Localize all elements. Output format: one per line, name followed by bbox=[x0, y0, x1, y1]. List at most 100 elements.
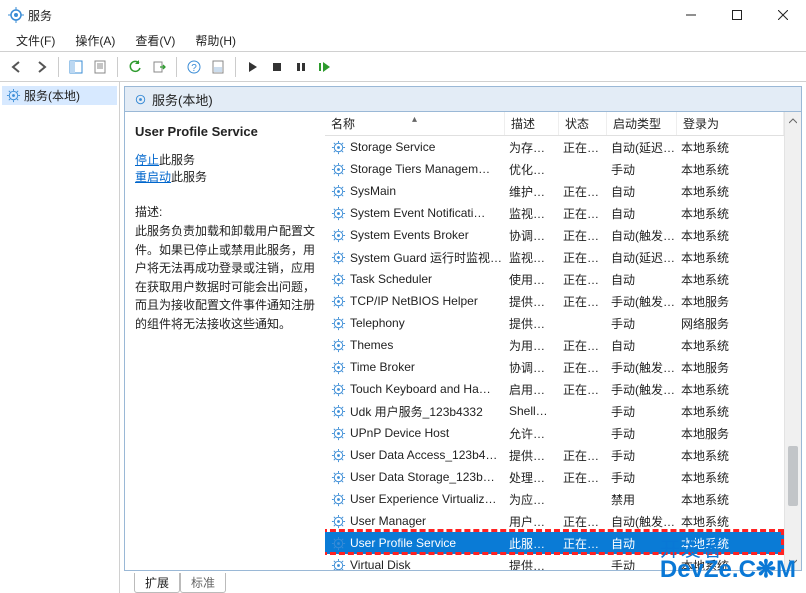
pane-header-title: 服务(本地) bbox=[152, 90, 213, 109]
menu-file[interactable]: 文件(F) bbox=[6, 30, 65, 51]
maximize-button[interactable] bbox=[714, 0, 760, 30]
table-row[interactable]: Storage Tiers Managem…优化…手动本地系统 bbox=[325, 158, 784, 180]
stop-link-line: 停止此服务 bbox=[135, 151, 315, 168]
cell-status: 正在… bbox=[559, 381, 607, 398]
cell-status: 正在… bbox=[559, 205, 607, 222]
service-name-text: System Events Broker bbox=[350, 228, 469, 242]
menu-action[interactable]: 操作(A) bbox=[65, 30, 125, 51]
restart-suffix: 此服务 bbox=[171, 170, 207, 184]
table-row[interactable]: Udk 用户服务_123b4332Shell…手动本地系统 bbox=[325, 400, 784, 422]
cell-name: User Data Storage_123b… bbox=[325, 470, 505, 485]
cell-login: 本地系统 bbox=[677, 183, 784, 200]
scroll-up-button[interactable] bbox=[785, 112, 801, 129]
cell-name: User Experience Virtualiz… bbox=[325, 492, 505, 507]
vertical-scrollbar[interactable] bbox=[784, 112, 801, 570]
col-header-desc[interactable]: 描述 bbox=[505, 112, 559, 135]
col-header-start[interactable]: 启动类型 bbox=[607, 112, 677, 135]
table-row[interactable]: SysMain维护…正在…自动本地系统 bbox=[325, 180, 784, 202]
cell-desc: Shell… bbox=[505, 404, 559, 418]
start-service-button[interactable] bbox=[242, 56, 264, 78]
scroll-thumb[interactable] bbox=[788, 446, 798, 506]
cell-desc: 用户… bbox=[505, 513, 559, 530]
selected-service-name: User Profile Service bbox=[135, 124, 315, 139]
cell-start: 手动(触发… bbox=[607, 293, 677, 310]
col-header-login[interactable]: 登录为 bbox=[677, 112, 784, 135]
cell-login: 本地系统 bbox=[677, 139, 784, 156]
pause-service-button[interactable] bbox=[290, 56, 312, 78]
table-row[interactable]: Touch Keyboard and Ha…启用…正在…手动(触发…本地系统 bbox=[325, 378, 784, 400]
cell-login: 本地系统 bbox=[677, 491, 784, 508]
table-row[interactable]: User Data Storage_123b…处理…正在…手动本地系统 bbox=[325, 466, 784, 488]
restart-service-button[interactable] bbox=[314, 56, 336, 78]
help-button[interactable]: ? bbox=[183, 56, 205, 78]
window-controls bbox=[668, 0, 806, 30]
stop-suffix: 此服务 bbox=[159, 153, 195, 167]
stop-service-link[interactable]: 停止 bbox=[135, 153, 159, 167]
menu-help[interactable]: 帮助(H) bbox=[185, 30, 246, 51]
col-header-name[interactable]: 名称▴ bbox=[325, 112, 505, 135]
table-row[interactable]: System Guard 运行时监视…监视…正在…自动(延迟…本地系统 bbox=[325, 246, 784, 268]
cell-desc: 此服… bbox=[505, 535, 559, 552]
restart-link-line: 重启动此服务 bbox=[135, 168, 315, 185]
cell-desc: 启用… bbox=[505, 381, 559, 398]
minimize-button[interactable] bbox=[668, 0, 714, 30]
gear-icon bbox=[331, 206, 346, 221]
tree-node-services-local[interactable]: 服务(本地) bbox=[2, 86, 117, 105]
cell-status: 正在… bbox=[559, 249, 607, 266]
cell-name: Time Broker bbox=[325, 360, 505, 375]
services-icon bbox=[6, 88, 21, 103]
navigation-tree[interactable]: 服务(本地) bbox=[0, 82, 120, 593]
cell-start: 自动 bbox=[607, 183, 677, 200]
table-row[interactable]: User Data Access_123b4…提供…正在…手动本地系统 bbox=[325, 444, 784, 466]
table-row[interactable]: UPnP Device Host允许…手动本地服务 bbox=[325, 422, 784, 444]
cell-login: 网络服务 bbox=[677, 315, 784, 332]
show-hide-tree-button[interactable] bbox=[65, 56, 87, 78]
restart-service-link[interactable]: 重启动 bbox=[135, 170, 171, 184]
cell-name: SysMain bbox=[325, 184, 505, 199]
cell-start: 手动 bbox=[607, 447, 677, 464]
cell-login: 本地服务 bbox=[677, 293, 784, 310]
table-row[interactable]: TCP/IP NetBIOS Helper提供…正在…手动(触发…本地服务 bbox=[325, 290, 784, 312]
gear-icon bbox=[331, 448, 346, 463]
refresh-button[interactable] bbox=[124, 56, 146, 78]
service-name-text: User Data Access_123b4… bbox=[350, 448, 497, 462]
table-row[interactable]: System Events Broker协调…正在…自动(触发…本地系统 bbox=[325, 224, 784, 246]
services-grid: 名称▴ 描述 状态 启动类型 登录为 Storage Service为存…正在…… bbox=[325, 112, 784, 570]
tab-extended[interactable]: 扩展 bbox=[134, 573, 180, 593]
forward-button[interactable] bbox=[30, 56, 52, 78]
scroll-down-button[interactable] bbox=[785, 553, 801, 570]
table-row[interactable]: User Experience Virtualiz…为应…禁用本地系统 bbox=[325, 488, 784, 510]
table-row[interactable]: User Profile Service此服…正在…自动本地系统 bbox=[325, 532, 784, 554]
stop-service-button[interactable] bbox=[266, 56, 288, 78]
cell-name: Telephony bbox=[325, 316, 505, 331]
tab-standard[interactable]: 标准 bbox=[180, 573, 226, 593]
toolbar: ? bbox=[0, 52, 806, 82]
close-button[interactable] bbox=[760, 0, 806, 30]
table-row[interactable]: Time Broker协调…正在…手动(触发…本地服务 bbox=[325, 356, 784, 378]
gear-icon bbox=[331, 294, 346, 309]
cell-login: 本地系统 bbox=[677, 469, 784, 486]
content-area: 服务(本地) 服务(本地) User Profile Service 停止此服务… bbox=[0, 82, 806, 593]
table-row[interactable]: Task Scheduler使用…正在…自动本地系统 bbox=[325, 268, 784, 290]
export-button[interactable] bbox=[148, 56, 170, 78]
table-row[interactable]: Virtual Disk提供…手动本地系统 bbox=[325, 554, 784, 570]
table-row[interactable]: Storage Service为存…正在…自动(延迟…本地系统 bbox=[325, 136, 784, 158]
cell-login: 本地系统 bbox=[677, 513, 784, 530]
service-detail-panel: User Profile Service 停止此服务 重启动此服务 描述: 此服… bbox=[125, 112, 325, 570]
table-row[interactable]: User Manager用户…正在…自动(触发…本地系统 bbox=[325, 510, 784, 532]
toolbar-separator bbox=[58, 57, 59, 77]
view-tabs: 扩展 标准 bbox=[124, 571, 802, 593]
table-row[interactable]: Themes为用…正在…自动本地系统 bbox=[325, 334, 784, 356]
gear-icon bbox=[331, 514, 346, 529]
services-rows[interactable]: Storage Service为存…正在…自动(延迟…本地系统Storage T… bbox=[325, 136, 784, 570]
back-button[interactable] bbox=[6, 56, 28, 78]
service-name-text: User Manager bbox=[350, 514, 426, 528]
properties-button[interactable] bbox=[89, 56, 111, 78]
col-header-status[interactable]: 状态 bbox=[559, 112, 607, 135]
svg-text:?: ? bbox=[191, 63, 197, 74]
toolbar-separator bbox=[235, 57, 236, 77]
table-row[interactable]: Telephony提供…手动网络服务 bbox=[325, 312, 784, 334]
table-row[interactable]: System Event Notificati…监视…正在…自动本地系统 bbox=[325, 202, 784, 224]
menu-view[interactable]: 查看(V) bbox=[125, 30, 185, 51]
properties-button-2[interactable] bbox=[207, 56, 229, 78]
